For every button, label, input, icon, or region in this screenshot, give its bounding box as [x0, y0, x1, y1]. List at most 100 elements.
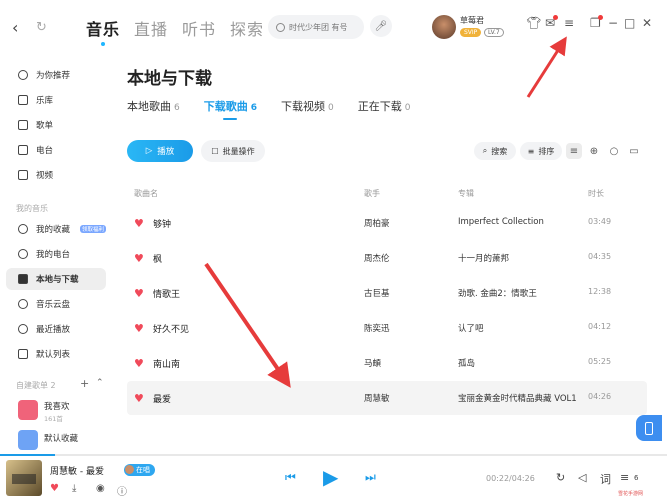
- song-artist[interactable]: 周慧敏: [364, 392, 390, 404]
- play-icon[interactable]: ▶︎: [323, 465, 338, 489]
- album-cover[interactable]: [6, 460, 42, 496]
- sidebar-item-recent[interactable]: 最近播放: [6, 318, 106, 340]
- collapse-icon[interactable]: ⌃: [96, 378, 104, 388]
- sort-button[interactable]: ≡ 排序: [520, 142, 562, 160]
- song-artist[interactable]: 马頔: [364, 357, 381, 369]
- sidebar-item-cloud[interactable]: 音乐云盘: [6, 293, 106, 315]
- col-song[interactable]: 歌曲名: [134, 188, 158, 199]
- lyrics-button[interactable]: 词: [600, 471, 611, 487]
- col-duration[interactable]: 时长: [588, 188, 604, 199]
- song-artist[interactable]: 周柏豪: [364, 217, 390, 229]
- song-album[interactable]: 劲歌. 金曲2：情歌王: [458, 287, 537, 299]
- song-album[interactable]: 宝丽金黄金时代精品典藏 VOL1: [458, 392, 577, 404]
- voice-search-icon[interactable]: 🎤︎: [370, 15, 392, 37]
- col-album[interactable]: 专辑: [458, 188, 474, 199]
- table-row[interactable]: ♥ 最爱 周慧敏 宝丽金黄金时代精品典藏 VOL1 04:26: [127, 381, 647, 415]
- download-icon[interactable]: ⤓: [72, 483, 76, 494]
- tab-label: 本地歌曲: [127, 100, 171, 113]
- table-row[interactable]: ♥ 枫 周杰伦 十一月的萧邦 04:35: [127, 241, 647, 275]
- table-row[interactable]: ♥ 南山南 马頔 孤岛 05:25: [127, 346, 647, 380]
- search-box[interactable]: [268, 15, 364, 39]
- favorites-tag: 领取福利: [80, 225, 106, 233]
- heart-icon[interactable]: ♥: [134, 217, 144, 230]
- close-icon[interactable]: ✕: [642, 16, 652, 30]
- heart-icon[interactable]: ♥: [134, 357, 144, 370]
- user-name[interactable]: 草莓君: [460, 15, 484, 26]
- avatar[interactable]: [432, 15, 456, 39]
- play-all-button[interactable]: ▷ 播放: [127, 140, 193, 162]
- sidebar-item-local-download[interactable]: 本地与下载: [6, 268, 106, 290]
- progress-bar[interactable]: [0, 454, 667, 456]
- folder-icon[interactable]: ▭: [626, 143, 642, 159]
- song-artist[interactable]: 陈奕迅: [364, 322, 390, 334]
- add-playlist-icon[interactable]: +: [80, 377, 89, 390]
- song-artist[interactable]: 古巨基: [364, 287, 390, 299]
- search-input[interactable]: [289, 22, 359, 32]
- col-artist[interactable]: 歌手: [364, 188, 380, 199]
- song-artist[interactable]: 周杰伦: [364, 252, 390, 264]
- volume-icon[interactable]: ◁: [578, 471, 586, 484]
- tab-label: 正在下载: [357, 100, 402, 113]
- heart-icon[interactable]: ♥: [134, 392, 144, 405]
- song-duration: 03:49: [588, 217, 612, 226]
- sidebar-item-library[interactable]: 乐库: [6, 89, 106, 111]
- singing-tag[interactable]: 在唱: [124, 464, 155, 476]
- info-icon[interactable]: ⓘ: [117, 483, 127, 498]
- sidebar-item-my-radio[interactable]: 我的电台: [6, 243, 106, 265]
- skin-icon[interactable]: 👕︎: [526, 16, 541, 30]
- tab-local-songs[interactable]: 本地歌曲 6: [127, 98, 180, 114]
- user-icon[interactable]: ○: [606, 143, 622, 159]
- back-arrow-icon[interactable]: ‹: [12, 18, 18, 37]
- page-title: 本地与下载: [127, 69, 212, 89]
- sidebar-item-favorites[interactable]: 我的收藏 领取福利: [6, 218, 106, 240]
- playlist-title[interactable]: 默认收藏: [44, 432, 78, 444]
- tab-audiobook[interactable]: 听书: [182, 16, 216, 40]
- next-icon[interactable]: ⏭︎: [365, 470, 376, 485]
- sidebar-item-radio[interactable]: 电台: [6, 139, 106, 161]
- tab-explore[interactable]: 探索: [230, 16, 264, 40]
- mobile-sync-button[interactable]: [636, 415, 662, 441]
- top-bar: ‹ ↻ 音乐 直播 听书 探索 🎤︎ 草莓君 SVIP LV.7 👕︎ ✉ ≡ …: [0, 0, 667, 54]
- table-row[interactable]: ♥ 够钟 周柏豪 Imperfect Collection 03:49: [127, 206, 647, 240]
- batch-operation-button[interactable]: ☐ 批量操作: [201, 140, 265, 162]
- song-album[interactable]: 认了吧: [458, 322, 484, 334]
- previous-icon[interactable]: ⏮︎: [285, 470, 296, 485]
- like-icon[interactable]: ♥: [50, 483, 59, 494]
- sort-label: 排序: [538, 146, 555, 156]
- svip-badge: SVIP: [460, 28, 482, 37]
- heart-icon[interactable]: ♥: [134, 287, 144, 300]
- sidebar-item-video[interactable]: 视频: [6, 164, 106, 186]
- now-playing-title[interactable]: 周慧敏 - 最爱: [50, 464, 104, 477]
- song-album[interactable]: Imperfect Collection: [458, 217, 544, 227]
- maximize-icon[interactable]: □: [624, 16, 635, 30]
- song-title: 够钟: [153, 220, 172, 230]
- sidebar-item-label: 歌单: [36, 121, 54, 131]
- queue-icon[interactable]: ≡: [620, 471, 629, 484]
- playlist-cover-favorites[interactable]: [18, 400, 38, 420]
- tab-live[interactable]: 直播: [134, 16, 168, 40]
- tab-downloaded-songs[interactable]: 下载歌曲 6: [204, 98, 257, 114]
- play-mode-icon[interactable]: ↻: [556, 471, 565, 484]
- add-circle-icon[interactable]: ⊕: [586, 143, 602, 159]
- cloud-icon: [18, 299, 28, 309]
- quality-icon[interactable]: ◉: [96, 483, 105, 494]
- tab-music[interactable]: 音乐: [86, 16, 120, 40]
- sidebar-item-playlists[interactable]: 歌单: [6, 114, 106, 136]
- song-album[interactable]: 孤岛: [458, 357, 475, 369]
- menu-icon[interactable]: ≡: [564, 16, 574, 30]
- table-row[interactable]: ♥ 好久不见 陈奕迅 认了吧 04:12: [127, 311, 647, 345]
- minimize-icon[interactable]: −: [608, 16, 618, 30]
- table-row[interactable]: ♥ 情歌王 古巨基 劲歌. 金曲2：情歌王 12:38: [127, 276, 647, 310]
- search-songs-button[interactable]: ⌕ 搜索: [474, 142, 516, 160]
- heart-icon[interactable]: ♥: [134, 322, 144, 335]
- song-album[interactable]: 十一月的萧邦: [458, 252, 509, 264]
- playlist-title[interactable]: 我喜欢: [44, 400, 70, 412]
- tab-downloading[interactable]: 正在下载 0: [358, 98, 411, 114]
- list-view-icon[interactable]: ≡: [566, 143, 582, 159]
- heart-icon[interactable]: ♥: [134, 252, 144, 265]
- sidebar-item-default-list[interactable]: 默认列表: [6, 343, 106, 365]
- playlist-cover-default[interactable]: [18, 430, 38, 450]
- refresh-icon[interactable]: ↻: [36, 20, 47, 35]
- tab-downloaded-videos[interactable]: 下载视频 0: [281, 98, 334, 114]
- sidebar-item-recommend[interactable]: 为你推荐: [6, 64, 106, 86]
